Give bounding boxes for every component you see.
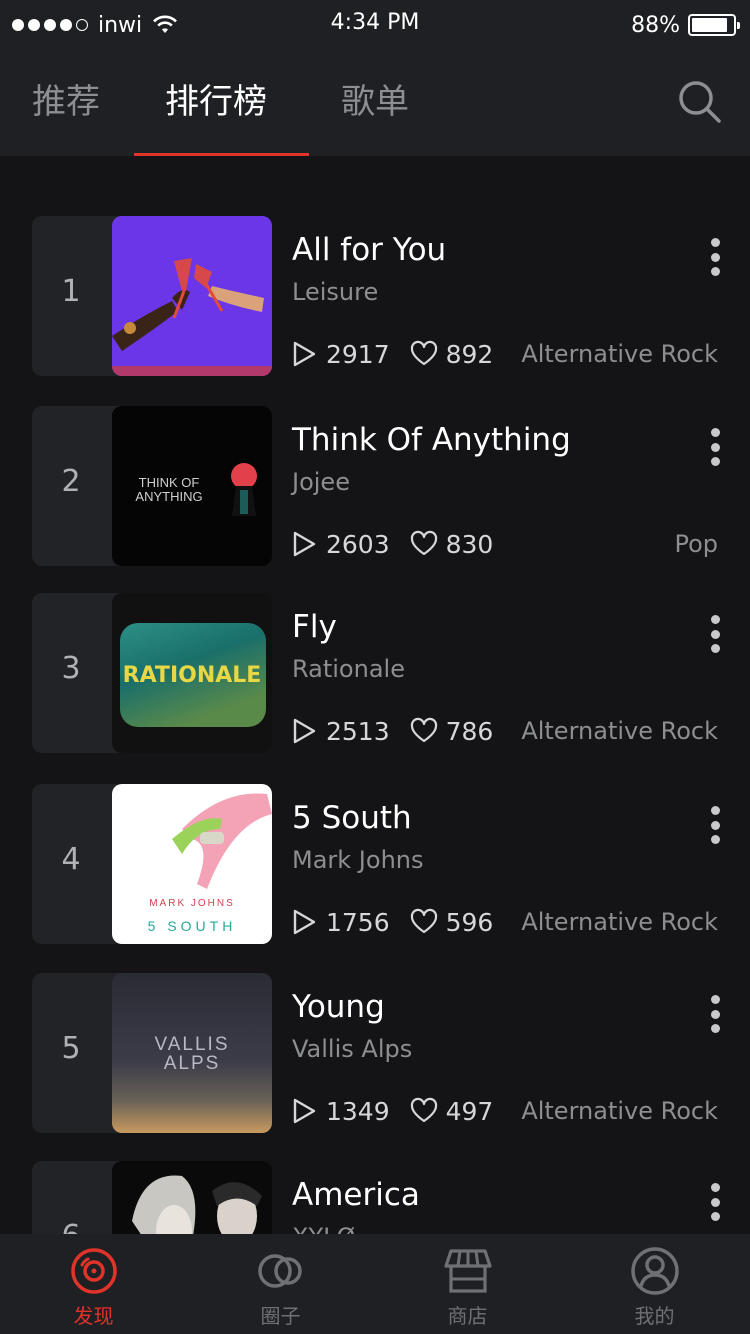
rank-number: 5 [61,1031,81,1066]
list-item[interactable]: 5 VALLIS ALPS Young Vallis Alps 1349 497… [0,973,750,1133]
cover-text: RATIONALE [122,663,262,688]
album-cover[interactable] [112,1161,272,1234]
like-count: 596 [445,907,494,937]
cover-art-keyhole [231,463,257,516]
tabbar-label: 商店 [447,1304,488,1328]
battery-level [692,18,728,32]
song-title[interactable]: Think Of Anything [292,422,571,458]
artist-name[interactable]: Vallis Alps [292,1035,412,1063]
more-options-icon[interactable] [700,236,730,278]
genre-label: Alternative Rock [521,717,718,745]
song-stats: 2917 892 [290,338,513,370]
list-item[interactable]: 4 MARK JOHNS 5 SOUTH 5 South Mark Johns … [0,784,750,944]
play-count: 1756 [326,907,390,937]
tabbar-item-profile[interactable]: 我的 [561,1234,748,1334]
rank-number: 2 [61,464,81,499]
song-title[interactable]: Fly [292,609,337,645]
song-title[interactable]: America [292,1177,420,1213]
more-options-icon[interactable] [700,1181,730,1223]
artist-name[interactable]: Leisure [292,278,378,306]
song-stats: 2603 830 [290,528,513,560]
tabbar-label: 发现 [73,1304,114,1328]
rank-number: 3 [61,651,81,686]
genre-label: Pop [674,530,718,558]
play-count-icon [293,341,316,367]
song-stats: 2513 786 [290,715,513,747]
tabbar-label: 我的 [634,1304,675,1328]
top-tab-bar: 推荐 排行榜 歌单 [0,50,750,156]
play-count-icon [293,909,316,935]
play-count: 2603 [326,529,390,559]
song-stats: 1349 497 [290,1095,513,1127]
bottom-tab-bar: 发现 圈子 商店 我的 [0,1234,750,1334]
like-count: 497 [445,1096,494,1126]
battery-percent: 88% [631,12,680,38]
song-title[interactable]: Young [292,989,385,1025]
artist-name[interactable]: Jojee [292,468,350,496]
cover-art-toast [112,216,272,376]
cover-text: 5 SOUTH [147,918,237,934]
play-count: 1349 [326,1096,390,1126]
artist-name[interactable]: Rationale [292,655,405,683]
heart-icon[interactable] [410,717,438,745]
artist-name[interactable]: XYLØ [292,1223,355,1234]
heart-icon[interactable] [410,908,438,936]
cover-text: VALLIS ALPS [154,1034,230,1074]
list-item[interactable]: 1 All for You Leisure 2917 892 Alternati… [0,216,750,376]
more-options-icon[interactable] [700,426,730,468]
song-stats: 1756 596 [290,906,513,938]
cover-text: MARK JOHNS [149,898,235,909]
like-count: 892 [445,339,494,369]
heart-icon[interactable] [410,530,438,558]
tabbar-item-store[interactable]: 商店 [374,1234,561,1334]
profile-icon [631,1247,679,1295]
search-icon[interactable] [676,78,722,124]
disc-icon [71,1248,117,1294]
song-title[interactable]: All for You [292,232,446,268]
more-options-icon[interactable] [700,613,730,655]
play-count-icon [293,531,316,557]
tab-recommend[interactable]: 推荐 [32,80,100,124]
genre-label: Alternative Rock [521,1097,718,1125]
album-cover[interactable]: RATIONALE [112,593,272,753]
genre-label: Alternative Rock [521,340,718,368]
tabbar-label: 圈子 [260,1304,301,1328]
play-count: 2513 [326,716,390,746]
rank-number: 1 [61,274,81,309]
heart-icon[interactable] [410,340,438,368]
genre-label: Alternative Rock [521,908,718,936]
like-count: 786 [445,716,494,746]
song-title[interactable]: 5 South [292,800,412,836]
play-count-icon [293,718,316,744]
store-icon [444,1249,492,1293]
rank-number: 4 [61,842,81,877]
rank-number: 6 [32,1219,110,1234]
artist-name[interactable]: Mark Johns [292,846,424,874]
tab-charts[interactable]: 排行榜 [165,80,267,124]
album-cover[interactable] [112,216,272,376]
album-cover[interactable]: VALLIS ALPS [112,973,272,1133]
album-cover[interactable]: THINK OF ANYTHING [112,406,272,566]
play-count-icon [293,1098,316,1124]
list-item[interactable]: 2 THINK OF ANYTHING Think Of Anything Jo… [0,406,750,566]
status-bar: inwi 4:34 PM 88% [0,0,750,50]
chart-list: 1 All for You Leisure 2917 892 Alternati… [0,156,750,1234]
album-cover[interactable]: MARK JOHNS 5 SOUTH [112,784,272,944]
heart-icon[interactable] [410,1097,438,1125]
status-right: 88% [631,12,740,38]
play-count: 2917 [326,339,390,369]
like-count: 830 [445,529,494,559]
more-options-icon[interactable] [700,993,730,1035]
tabbar-item-discover[interactable]: 发现 [0,1234,187,1334]
more-options-icon[interactable] [700,804,730,846]
tabbar-item-circles[interactable]: 圈子 [187,1234,374,1334]
circles-icon [258,1254,302,1288]
battery-icon [688,14,740,36]
cover-art-portrait [132,1175,262,1234]
tab-playlists[interactable]: 歌单 [341,80,409,124]
list-item[interactable]: 3 RATIONALE Fly Rationale 2513 786 Alter… [0,593,750,753]
list-item[interactable]: 6 America XYLØ [0,1161,750,1234]
